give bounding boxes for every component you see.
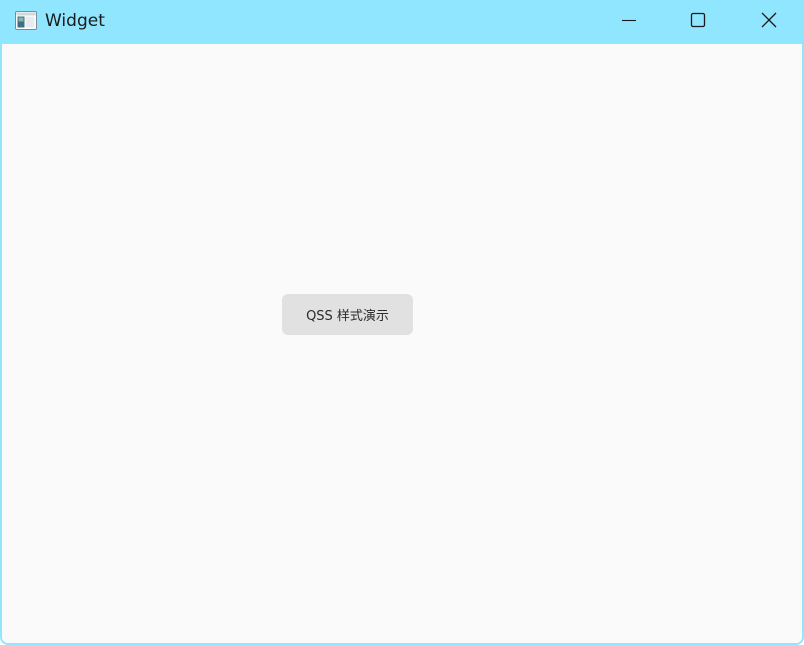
title-bar[interactable]: Widget (2, 0, 802, 44)
maximize-button[interactable] (675, 0, 721, 44)
window-title: Widget (45, 11, 105, 31)
client-area: QSS 样式演示 (2, 44, 802, 643)
qss-demo-button[interactable]: QSS 样式演示 (282, 294, 413, 335)
minimize-icon (621, 12, 637, 33)
maximize-icon (690, 12, 706, 33)
minimize-button[interactable] (606, 0, 652, 44)
close-button[interactable] (746, 0, 792, 44)
app-window: Widget QSS 样式演示 (0, 0, 804, 645)
close-icon (761, 12, 777, 33)
window-app-icon (15, 11, 37, 30)
